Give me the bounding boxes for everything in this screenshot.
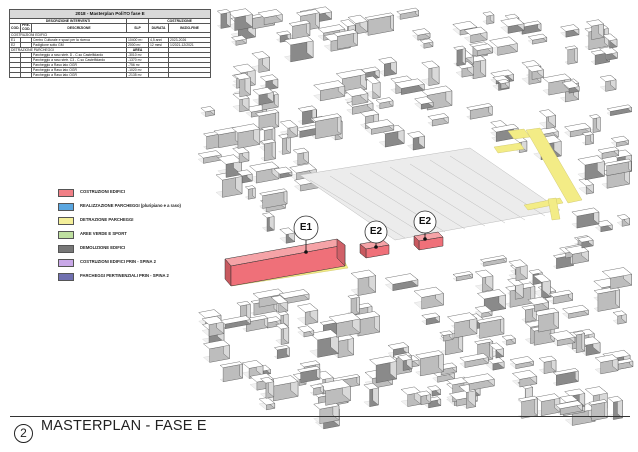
legend-label: DETRAZIONE PARCHEGGI — [80, 217, 134, 222]
building-block — [279, 227, 296, 235]
footer-rule — [10, 416, 630, 417]
page-title: MASTERPLAN - FASE E — [41, 418, 207, 434]
legend-label: PARCHEGGI PERTINENZIALI PRIN - SPINA 2 — [80, 273, 169, 278]
building-block — [581, 330, 585, 352]
interventions-table: 2018 - Masterplan PoliTO fase E DESCRIZI… — [8, 9, 212, 78]
building-block — [279, 119, 298, 129]
legend-item: REALIZZAZIONE PARCHEGGI (pluripiano e a … — [58, 203, 218, 211]
legend-swatch — [58, 231, 74, 239]
legend-item: DEMOLIZIONE EDIFICI — [58, 245, 218, 253]
legend-label: AREE VERDE E SPORT — [80, 231, 127, 236]
building-block — [538, 109, 557, 118]
legend-item: DETRAZIONE PARCHEGGI — [58, 217, 218, 225]
legend-item: COSTRUZIONI EDIFICI PRIN - SPINA 2 — [58, 259, 218, 267]
legend-swatch — [58, 273, 74, 281]
col-precod: PRE- COD. — [20, 23, 32, 33]
col-slp: SLP — [126, 23, 149, 33]
legend-label: COSTRUZIONI EDIFICI PRIN - SPINA 2 — [80, 259, 156, 264]
legend-swatch — [58, 217, 74, 225]
masterplan-sheet: E1 E2 E2 2018 - Masterplan PoliTO fase E… — [0, 0, 638, 452]
page-number: 2 — [14, 424, 33, 443]
legend-swatch — [58, 259, 74, 267]
legend-item: AREE VERDE E SPORT — [58, 231, 218, 239]
legend-item: PARCHEGGI PERTINENZIALI PRIN - SPINA 2 — [58, 273, 218, 281]
col-inizio-fine: INIZIO-FINE — [167, 23, 212, 33]
legend-label: REALIZZAZIONE PARCHEGGI (pluripiano e a … — [80, 203, 181, 208]
legend-item: COSTRUZIONI EDIFICI — [58, 189, 218, 197]
building-e1 — [224, 238, 346, 287]
label-e2-b: E2 — [418, 216, 432, 227]
col-descrizione: DESCRIZIONE — [31, 23, 127, 33]
legend-swatch — [58, 203, 74, 211]
col-durata: DURATA — [148, 23, 169, 33]
cell-descr: Parcheggio a Raso lato OGR — [31, 72, 127, 78]
label-e2-a: E2 — [369, 226, 383, 237]
legend-swatch — [58, 189, 74, 197]
table-row: Parcheggio a Raso lato OGR -2135 m² — [9, 72, 212, 78]
cell-area: -2135 m² — [126, 72, 149, 78]
legend-label: DEMOLIZIONE EDIFICI — [80, 245, 126, 250]
legend-label: COSTRUZIONI EDIFICI — [80, 189, 125, 194]
table-title: 2018 - Masterplan PoliTO fase E — [8, 9, 212, 19]
label-e1: E1 — [299, 222, 313, 233]
col-cod: COD. — [9, 23, 21, 33]
legend-swatch — [58, 245, 74, 253]
